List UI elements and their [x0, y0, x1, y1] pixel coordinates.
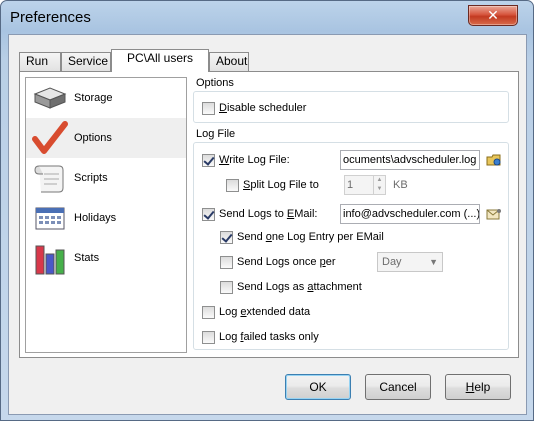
ok-button[interactable]: OK — [285, 374, 351, 400]
sidebar-item-label: Scripts — [74, 172, 108, 184]
log-extended-label: Log extended data — [219, 306, 311, 318]
send-logs-email-label: Send Logs to EMail: — [219, 208, 318, 220]
send-once-per-box[interactable] — [220, 255, 233, 269]
preferences-window: Preferences ✕ Run Service PC\All users A… — [0, 0, 534, 421]
send-once-per-checkbox[interactable]: Send Logs once per — [220, 254, 335, 270]
send-one-entry-checkbox[interactable]: Send one Log Entry per EMail — [220, 229, 384, 245]
cancel-button[interactable]: Cancel — [365, 374, 431, 400]
send-once-per-label: Send Logs once per — [237, 256, 336, 268]
log-failed-checkbox[interactable]: Log failed tasks only — [202, 329, 319, 345]
send-as-attachment-label: Send Logs as attachment — [237, 281, 362, 293]
dialog-client-area: Run Service PC\All users About Storage O… — [8, 34, 527, 415]
write-log-box[interactable] — [202, 153, 215, 167]
write-log-label: Write Log File: — [219, 154, 290, 166]
log-file-group-title: Log File — [196, 128, 236, 140]
email-settings-icon[interactable] — [486, 206, 502, 222]
close-button[interactable]: ✕ — [468, 5, 518, 26]
sidebar-item-holidays[interactable]: Holidays — [26, 198, 186, 238]
spin-down-icon[interactable]: ▼ — [374, 185, 385, 194]
log-failed-box[interactable] — [202, 330, 215, 344]
split-log-checkbox[interactable]: Split Log File to — [226, 177, 319, 193]
sidebar-item-label: Options — [74, 132, 112, 144]
tab-service[interactable]: Service — [61, 52, 111, 71]
split-unit-label: KB — [393, 179, 408, 191]
send-one-entry-label: Send one Log Entry per EMail — [237, 231, 384, 243]
send-as-attachment-checkbox[interactable]: Send Logs as attachment — [220, 279, 362, 295]
calendar-icon — [30, 198, 70, 238]
log-file-path-input[interactable]: ocuments\advscheduler.log — [340, 150, 480, 170]
sidebar-item-options[interactable]: Options — [26, 118, 186, 158]
period-select[interactable]: Day ▼ — [377, 252, 443, 272]
period-select-value: Day — [382, 256, 402, 268]
sidebar-item-stats[interactable]: Stats — [26, 238, 186, 278]
send-logs-email-box[interactable] — [202, 207, 215, 221]
options-group-title: Options — [196, 77, 234, 89]
scroll-icon — [30, 158, 70, 198]
log-file-group: Log File Write Log File: ocuments\advsch… — [193, 128, 509, 350]
close-icon: ✕ — [487, 7, 499, 23]
sidebar-item-label: Storage — [74, 92, 113, 104]
sidebar-item-label: Holidays — [74, 212, 117, 224]
send-logs-email-checkbox[interactable]: Send Logs to EMail: — [202, 206, 317, 222]
sidebar-item-scripts[interactable]: Scripts — [26, 158, 186, 198]
browse-folder-icon[interactable] — [486, 152, 502, 168]
disable-scheduler-box[interactable] — [202, 101, 215, 115]
log-failed-label: Log failed tasks only — [219, 331, 319, 343]
window-title: Preferences — [10, 9, 91, 26]
bar-chart-icon — [30, 238, 70, 278]
send-as-attachment-box[interactable] — [220, 280, 233, 294]
spin-up-icon[interactable]: ▲ — [374, 176, 385, 185]
disable-scheduler-label: Disable scheduler — [219, 102, 307, 114]
tab-pc-all-users[interactable]: PC\All users — [111, 49, 209, 72]
send-one-entry-box[interactable] — [220, 230, 233, 244]
checkmark-icon — [30, 118, 70, 158]
disable-scheduler-checkbox[interactable]: Disable scheduler — [202, 100, 306, 116]
tab-about[interactable]: About — [209, 52, 249, 71]
storage-icon — [30, 78, 70, 118]
split-size-input[interactable]: 1 — [344, 175, 374, 195]
tab-panel-pc-all-users: Storage Options Scripts Holidays Stats O… — [19, 71, 519, 358]
options-group: Options Disable scheduler — [193, 77, 509, 123]
split-log-box[interactable] — [226, 178, 239, 192]
sidebar-item-label: Stats — [74, 252, 100, 264]
log-extended-checkbox[interactable]: Log extended data — [202, 304, 310, 320]
chevron-down-icon: ▼ — [429, 257, 438, 267]
split-log-label: Split Log File to — [243, 179, 319, 191]
tab-run[interactable]: Run — [19, 52, 61, 71]
sidebar-item-storage[interactable]: Storage — [26, 78, 186, 118]
write-log-checkbox[interactable]: Write Log File: — [202, 152, 290, 168]
category-list[interactable]: Storage Options Scripts Holidays Stats — [25, 77, 187, 353]
help-button[interactable]: Help — [445, 374, 511, 400]
email-recipient-input[interactable]: info@advscheduler.com (...) — [340, 204, 480, 224]
split-size-stepper[interactable]: ▲ ▼ — [373, 175, 386, 195]
log-extended-box[interactable] — [202, 305, 215, 319]
